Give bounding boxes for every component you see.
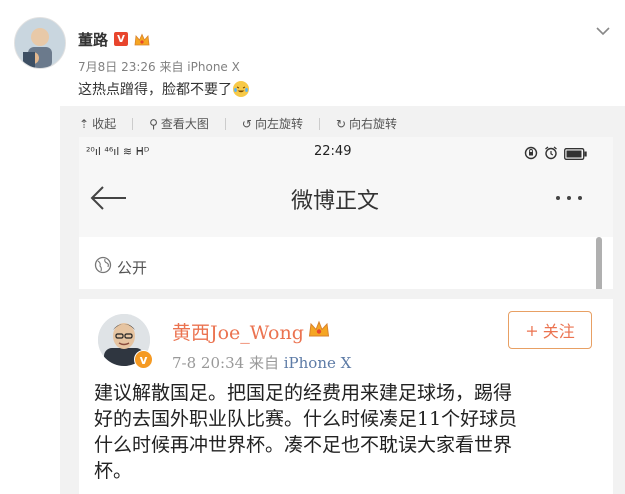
rotate-right-label: 向右旋转 bbox=[349, 117, 398, 131]
globe-icon bbox=[94, 256, 112, 278]
post-text: 这热点蹭得，脸都不要了 bbox=[78, 79, 249, 99]
weibo-author: 黄西Joe_Wong bbox=[172, 318, 330, 345]
crown-icon bbox=[308, 320, 330, 343]
weibo-meta: 7-8 20:34 来自 iPhone X bbox=[172, 352, 351, 373]
author-name[interactable]: 董路 bbox=[78, 29, 108, 50]
status-time: 22:49 bbox=[314, 144, 352, 159]
weibo-time: 7-8 20:34 bbox=[172, 354, 245, 372]
verified-badge: v bbox=[134, 350, 153, 369]
laugh-cry-emoji-icon bbox=[233, 81, 249, 97]
section-divider bbox=[79, 289, 613, 299]
signal-wifi-status: ²⁰ıl ⁴⁶ıl ≋ ᕼᴰ bbox=[86, 145, 150, 158]
post-meta: 7月8日 23:26 来自 iPhone X bbox=[78, 60, 240, 74]
crown-icon bbox=[134, 32, 150, 46]
vip-badge[interactable]: V bbox=[114, 32, 129, 46]
view-large-button[interactable]: ⚲ 查看大图 bbox=[149, 115, 209, 132]
plus-icon: + bbox=[525, 320, 539, 340]
weibo-author-name[interactable]: 黄西Joe_Wong bbox=[172, 318, 304, 345]
toolbar-divider bbox=[224, 117, 226, 130]
collapse-icon: ⇡ bbox=[79, 116, 90, 131]
visibility-row: 公开 bbox=[94, 256, 147, 278]
author-row: 董路 V bbox=[78, 28, 150, 50]
rotate-right-button[interactable]: ↻ 向右旋转 bbox=[336, 115, 397, 132]
post-text-content: 这热点蹭得，脸都不要了 bbox=[78, 82, 232, 98]
status-icons bbox=[524, 145, 588, 164]
lock-rotation-icon bbox=[524, 145, 538, 164]
alarm-icon bbox=[544, 145, 558, 164]
author-avatar[interactable] bbox=[14, 17, 66, 69]
rotate-right-icon: ↻ bbox=[335, 116, 347, 131]
chevron-down-icon[interactable] bbox=[595, 22, 611, 36]
weibo-from: 来自 bbox=[248, 354, 279, 372]
follow-label: 关注 bbox=[542, 322, 575, 341]
body-line: 建议解散国足。把国足的经费用来建足球场，踢得 bbox=[94, 382, 513, 404]
body-line: 好的去国外职业队比赛。什么时候凑足11个好球员 bbox=[94, 408, 518, 430]
more-options-icon[interactable] bbox=[556, 196, 582, 200]
search-icon: ⚲ bbox=[149, 116, 158, 131]
rotate-left-label: 向左旋转 bbox=[254, 117, 303, 131]
battery-icon bbox=[564, 145, 588, 164]
follow-button[interactable]: + 关注 bbox=[508, 311, 592, 349]
nav-title: 微博正文 bbox=[291, 189, 380, 214]
weibo-body: 建议解散国足。把国足的经费用来建足球场，踢得 好的去国外职业队比赛。什么时候凑足… bbox=[94, 380, 594, 484]
view-large-label: 查看大图 bbox=[160, 117, 209, 131]
collapse-label: 收起 bbox=[92, 117, 117, 131]
viewer-toolbar: ⇡ 收起 ⚲ 查看大图 ↺ 向左旋转 ↻ 向右旋转 bbox=[79, 115, 397, 132]
body-line: 什么时候再冲世界杯。凑不足也不耽误大家看世界 bbox=[94, 434, 513, 456]
weibo-source[interactable]: iPhone X bbox=[284, 354, 352, 372]
toolbar-divider bbox=[132, 117, 134, 130]
rotate-left-button[interactable]: ↺ 向左旋转 bbox=[242, 115, 303, 132]
rotate-left-icon: ↺ bbox=[241, 116, 252, 131]
visibility-label: 公开 bbox=[117, 258, 148, 277]
body-line: 杯。 bbox=[94, 460, 133, 482]
back-arrow-icon[interactable] bbox=[88, 184, 130, 212]
toolbar-divider bbox=[318, 117, 320, 130]
collapse-button[interactable]: ⇡ 收起 bbox=[79, 115, 116, 132]
